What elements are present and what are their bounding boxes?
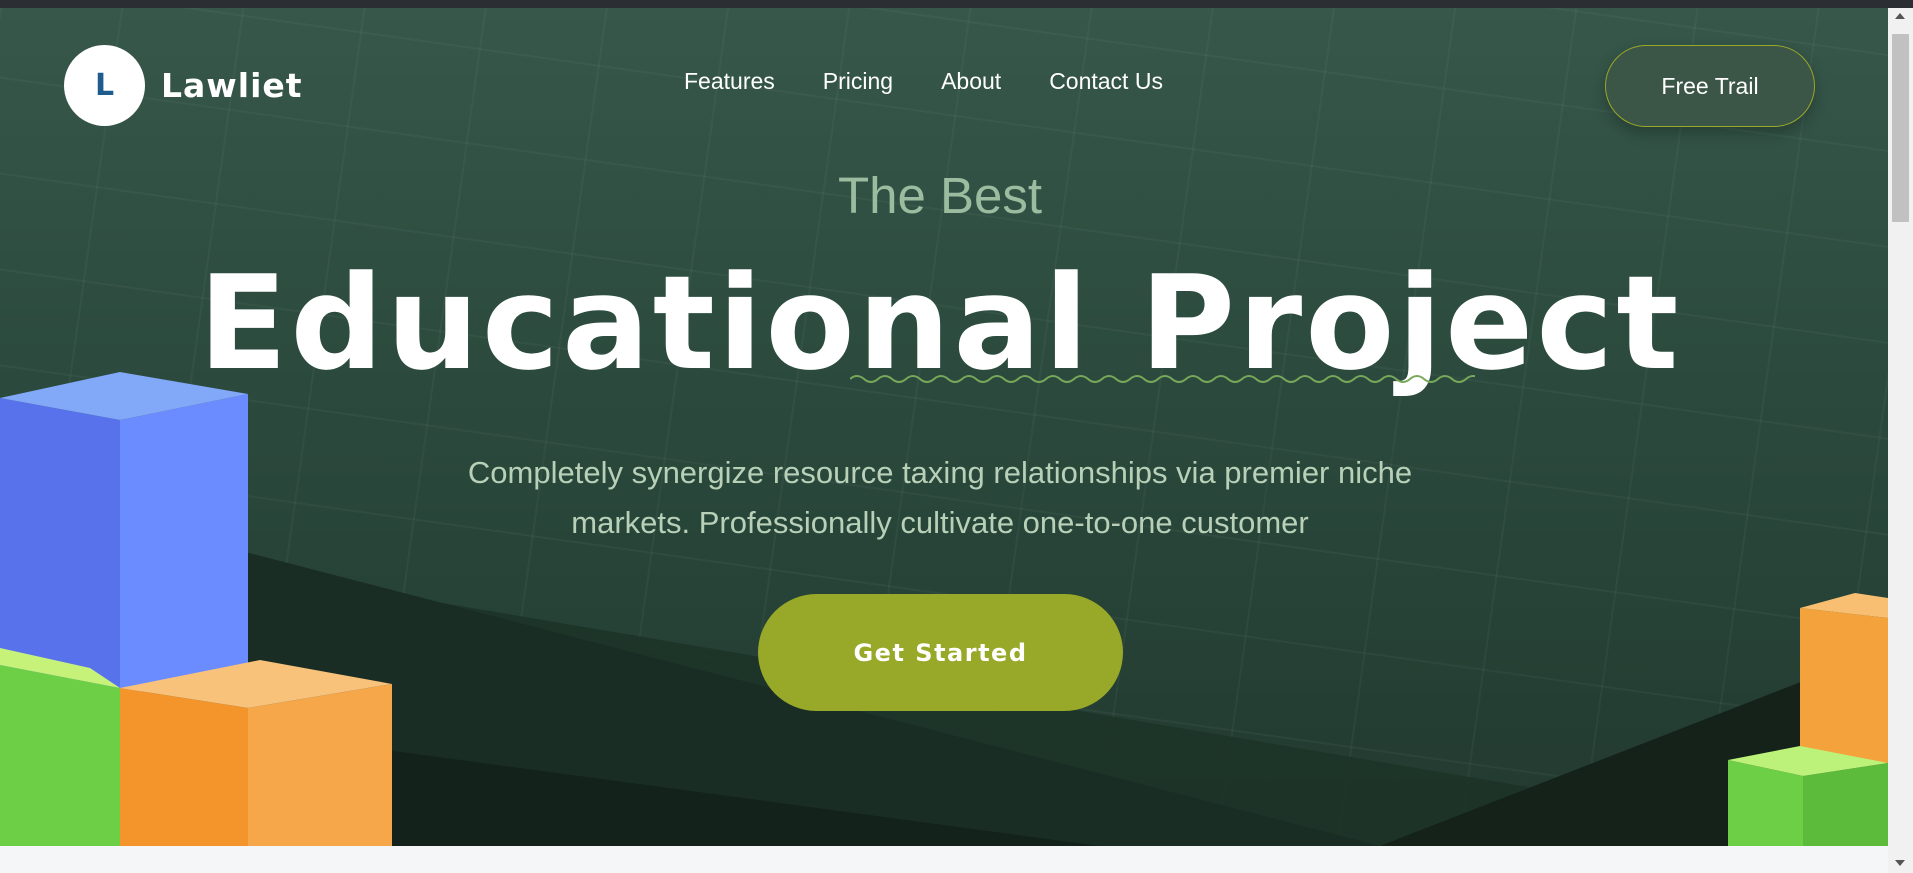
nav-item-contact[interactable]: Contact Us [1049, 68, 1163, 95]
scroll-up-arrow-icon[interactable] [1895, 13, 1905, 19]
browser-top-strip [0, 0, 1913, 8]
scrollbar-thumb[interactable] [1892, 34, 1909, 222]
get-started-button[interactable]: Get Started [758, 594, 1123, 711]
brand-logo[interactable]: L Lawliet [64, 45, 303, 126]
nav-item-about[interactable]: About [941, 68, 1001, 95]
nav-item-pricing[interactable]: Pricing [823, 68, 893, 95]
hero-floor-shape [0, 528, 1888, 846]
logo-circle-icon: L [64, 45, 145, 126]
scroll-down-arrow-icon[interactable] [1895, 860, 1905, 866]
main-nav: Features Pricing About Contact Us [684, 68, 1163, 95]
spellcheck-squiggle [850, 375, 1475, 383]
brand-name: Lawliet [161, 66, 303, 105]
hero-eyebrow: The Best [837, 167, 1043, 224]
page-scrollbar[interactable] [1888, 8, 1913, 873]
free-trial-button[interactable]: Free Trail [1605, 45, 1815, 127]
nav-item-features[interactable]: Features [684, 68, 775, 95]
hero-section: L Lawliet Features Pricing About Contact… [0, 8, 1888, 846]
hero-description: Completely synergize resource taxing rel… [467, 455, 1413, 540]
next-section-edge [0, 846, 1888, 873]
